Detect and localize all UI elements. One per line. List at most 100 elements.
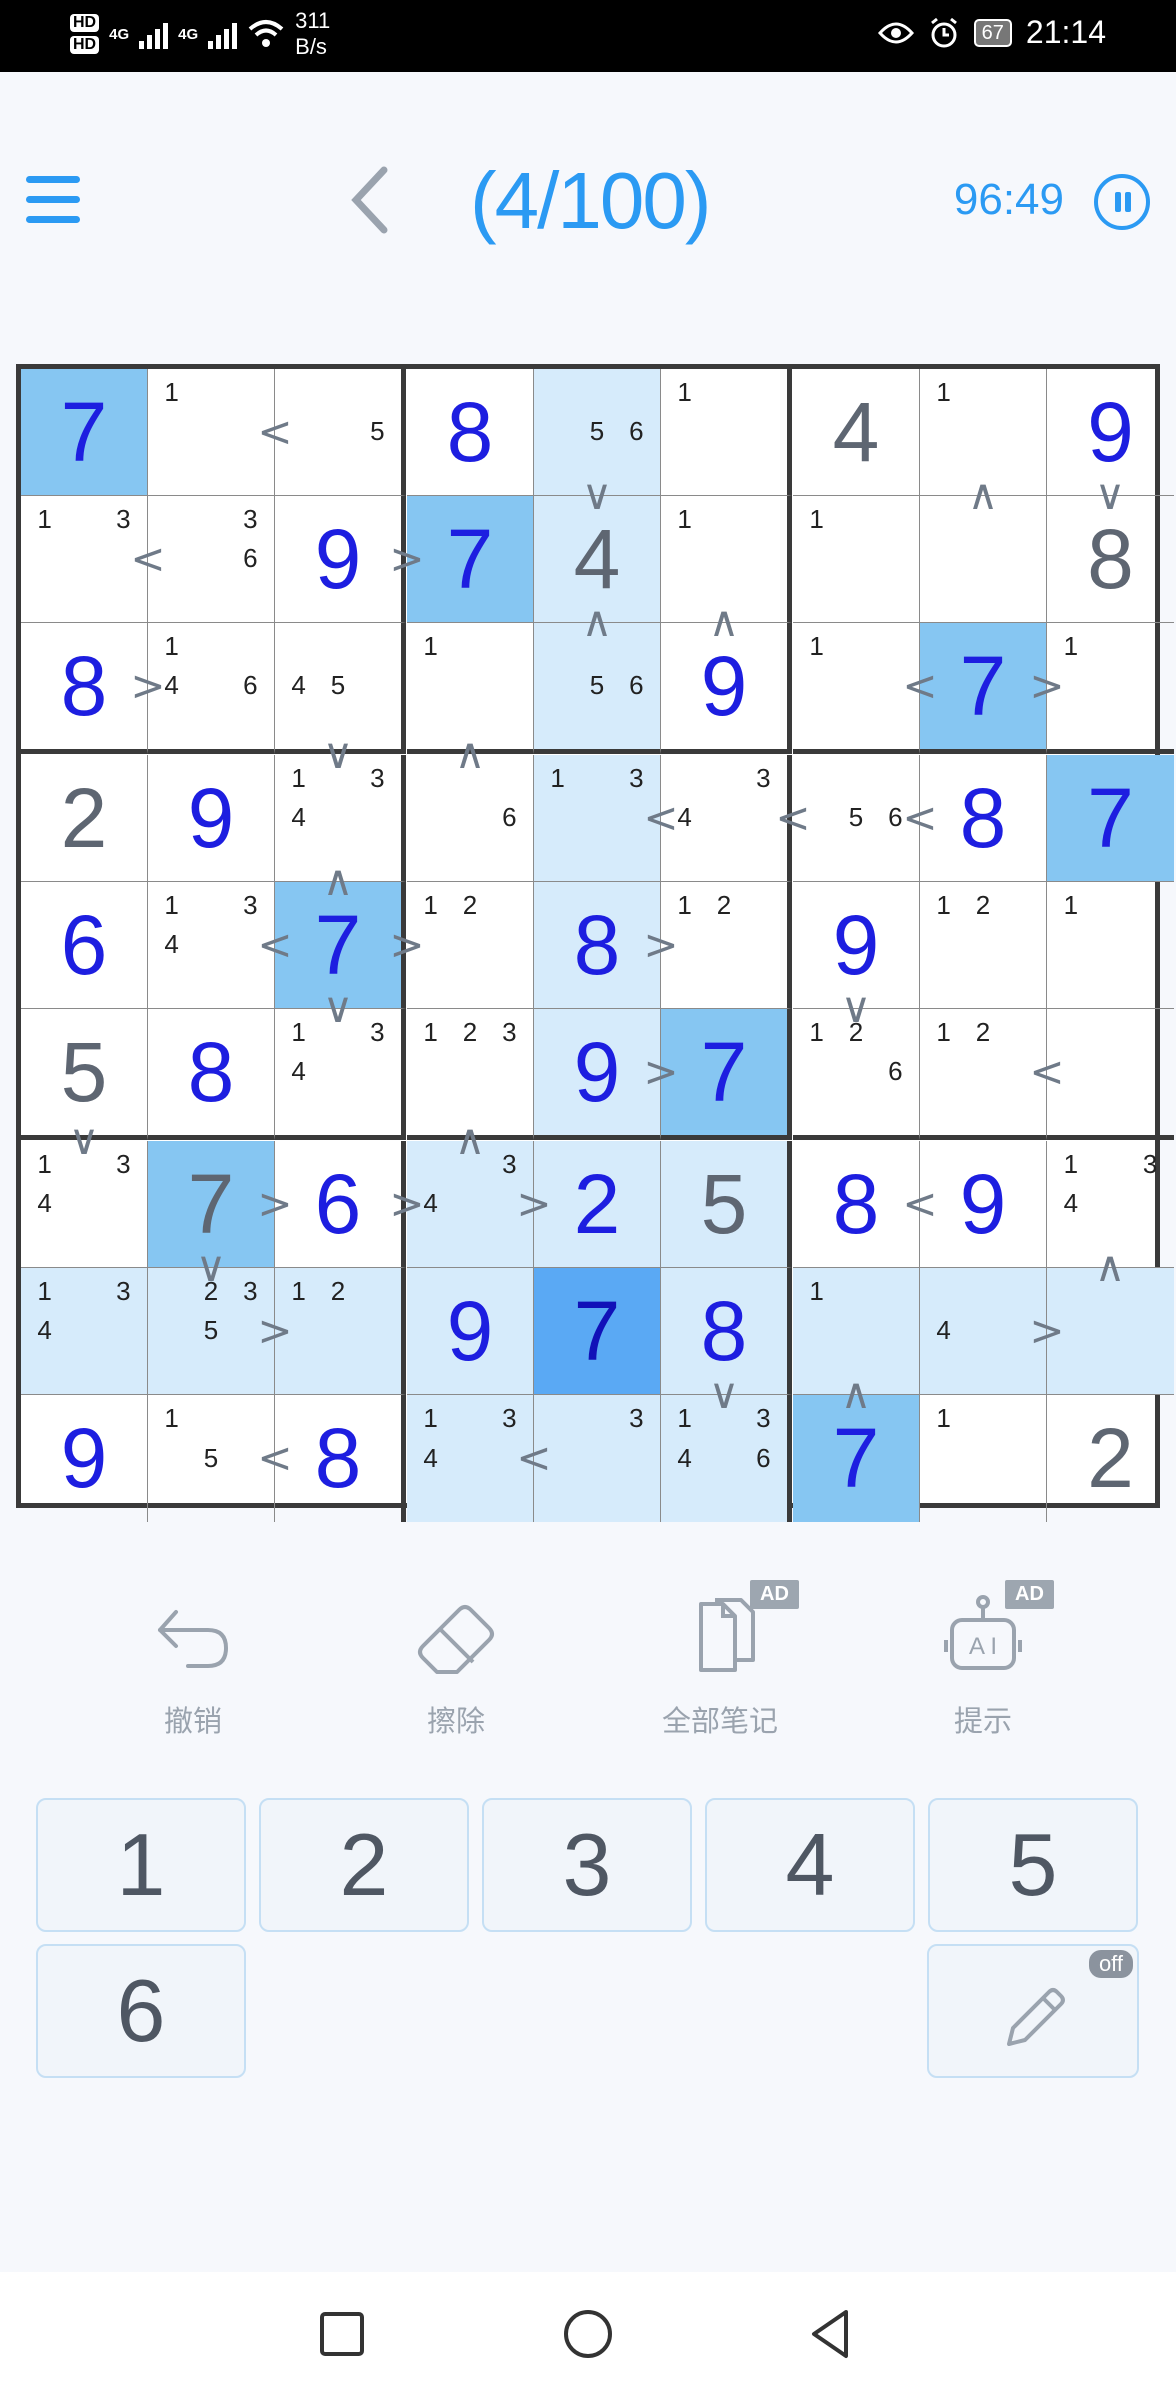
key-5[interactable]: 5 bbox=[928, 1798, 1138, 1932]
board-cell[interactable]: 4 bbox=[793, 369, 920, 496]
board-cell[interactable]: 7 bbox=[407, 496, 534, 623]
board-cell[interactable] bbox=[1047, 1009, 1174, 1140]
board-cell[interactable]: 9 bbox=[21, 1395, 148, 1522]
board-cell[interactable]: 2 bbox=[534, 1141, 661, 1268]
inequality-sign: ∨ bbox=[322, 983, 354, 1032]
board-cell[interactable]: 3 bbox=[534, 1395, 661, 1522]
board-cell[interactable]: 8 bbox=[920, 755, 1047, 882]
speed-value: 311 bbox=[295, 8, 331, 33]
pause-button[interactable] bbox=[1094, 174, 1150, 230]
board-cell[interactable]: 36 bbox=[148, 496, 275, 623]
inequality-sign: < bbox=[257, 920, 293, 969]
board-cell[interactable]: 8 bbox=[21, 623, 148, 754]
board-cell[interactable]: 9 bbox=[534, 1009, 661, 1140]
home-button[interactable] bbox=[558, 2304, 618, 2364]
note-digit: 1 bbox=[291, 1017, 306, 1047]
board-cell[interactable]: 134 bbox=[21, 1268, 148, 1395]
key-2[interactable]: 2 bbox=[259, 1798, 469, 1932]
board-cell[interactable]: 1 bbox=[1047, 623, 1174, 754]
board-cell[interactable]: 1 bbox=[148, 369, 275, 496]
board-cell[interactable]: 1 bbox=[661, 369, 792, 496]
key-6[interactable]: 6 bbox=[36, 1944, 246, 2078]
note-digit bbox=[963, 1272, 1002, 1311]
note-digit: 1 bbox=[677, 377, 692, 407]
board-cell[interactable]: 1 bbox=[793, 623, 920, 754]
board-cell[interactable]: 5 bbox=[275, 369, 406, 496]
key-1[interactable]: 1 bbox=[36, 1798, 246, 1932]
board-cell[interactable]: 8 bbox=[148, 1009, 275, 1140]
cell-value: 7 bbox=[573, 1283, 621, 1378]
board-cell[interactable]: 7 bbox=[21, 369, 148, 496]
board-cell[interactable]: 1 bbox=[920, 1395, 1047, 1522]
previous-level-button[interactable] bbox=[342, 162, 398, 238]
note-digit bbox=[318, 798, 357, 837]
board-cell[interactable]: 2 bbox=[1047, 1395, 1174, 1522]
board-cell[interactable]: 8 bbox=[275, 1395, 406, 1522]
board-cell[interactable]: 7 bbox=[534, 1268, 661, 1395]
board-cell[interactable]: 8 bbox=[534, 882, 661, 1009]
board-cell[interactable]: 15 bbox=[148, 1395, 275, 1522]
board-cell[interactable]: 12 bbox=[661, 882, 792, 1009]
undo-button[interactable]: 撤销 bbox=[93, 1580, 293, 1740]
board-cell[interactable]: 7 bbox=[920, 623, 1047, 754]
board-cell[interactable]: 34 bbox=[661, 755, 792, 882]
game-header: (4/100) 96:49 bbox=[0, 130, 1176, 270]
board-cell[interactable]: 8 bbox=[793, 1141, 920, 1268]
board-cell[interactable]: 9 bbox=[275, 496, 406, 623]
timer: 96:49 bbox=[953, 175, 1064, 224]
board-cell[interactable]: 9 bbox=[920, 1141, 1047, 1268]
board-cell[interactable]: 2 bbox=[21, 755, 148, 882]
cell-notes: 15 bbox=[152, 1399, 270, 1518]
inequality-sign: < bbox=[257, 1433, 293, 1482]
inequality-sign: ∨ bbox=[581, 470, 613, 519]
board-cell[interactable]: 7 bbox=[1047, 755, 1174, 882]
note-digit: 3 bbox=[370, 1017, 385, 1047]
board-cell[interactable]: 5 bbox=[661, 1141, 792, 1268]
note-digit: 1 bbox=[423, 1403, 438, 1433]
board-cell[interactable]: 1 bbox=[1047, 882, 1174, 1009]
board-cell[interactable]: 13 bbox=[21, 496, 148, 623]
ad-badge: AD bbox=[1005, 1580, 1054, 1609]
all-notes-button[interactable]: AD 全部笔记 bbox=[620, 1580, 820, 1740]
inequality-sign: ∨ bbox=[68, 1115, 100, 1164]
cell-notes: 1 bbox=[411, 627, 529, 745]
board-cell[interactable]: 134 bbox=[407, 1395, 534, 1522]
board-cell[interactable]: 9 bbox=[148, 755, 275, 882]
recents-button[interactable] bbox=[312, 2304, 372, 2364]
board-cell[interactable]: 12 bbox=[920, 1009, 1047, 1140]
board-cell[interactable]: 13 bbox=[534, 755, 661, 882]
board-cell[interactable]: 6 bbox=[21, 882, 148, 1009]
board-cell[interactable]: 12 bbox=[275, 1268, 406, 1395]
hint-button[interactable]: A I AD 提示 bbox=[883, 1580, 1083, 1740]
board-cell[interactable]: 4 bbox=[920, 1268, 1047, 1395]
back-button[interactable] bbox=[802, 2304, 862, 2364]
cell-notes: 12 bbox=[279, 1272, 397, 1390]
erase-button[interactable]: 擦除 bbox=[356, 1580, 556, 1740]
board-cell[interactable]: 12 bbox=[407, 882, 534, 1009]
cell-value: 9 bbox=[446, 1283, 494, 1378]
inequality-sign: ∧ bbox=[581, 597, 613, 646]
note-digit: 1 bbox=[164, 890, 179, 920]
note-digit bbox=[318, 627, 357, 666]
board-cell[interactable]: 12 bbox=[920, 882, 1047, 1009]
board-cell[interactable]: 6 bbox=[275, 1141, 406, 1268]
note-digit: 6 bbox=[243, 670, 258, 701]
board-cell[interactable]: 146 bbox=[148, 623, 275, 754]
board-cell[interactable]: 1 bbox=[793, 496, 920, 623]
status-right: 67 21:14 bbox=[877, 14, 1106, 51]
menu-icon[interactable] bbox=[22, 174, 84, 230]
board-cell[interactable]: 134 bbox=[148, 882, 275, 1009]
pencil-mode-button[interactable]: off bbox=[927, 1944, 1139, 2078]
key-3[interactable]: 3 bbox=[482, 1798, 692, 1932]
board-cell[interactable]: 56 bbox=[793, 755, 920, 882]
key-4[interactable]: 4 bbox=[705, 1798, 915, 1932]
cell-value: 7 bbox=[700, 1024, 748, 1119]
note-digit: 4 bbox=[1063, 1188, 1079, 1219]
note-digit bbox=[64, 1184, 103, 1223]
note-digit: 1 bbox=[164, 1403, 179, 1433]
board-cell[interactable]: 8 bbox=[407, 369, 534, 496]
board-cell[interactable]: 7 bbox=[661, 1009, 792, 1140]
note-digit: 1 bbox=[550, 763, 565, 793]
board-cell[interactable]: 9 bbox=[407, 1268, 534, 1395]
note-digit bbox=[64, 1311, 103, 1350]
